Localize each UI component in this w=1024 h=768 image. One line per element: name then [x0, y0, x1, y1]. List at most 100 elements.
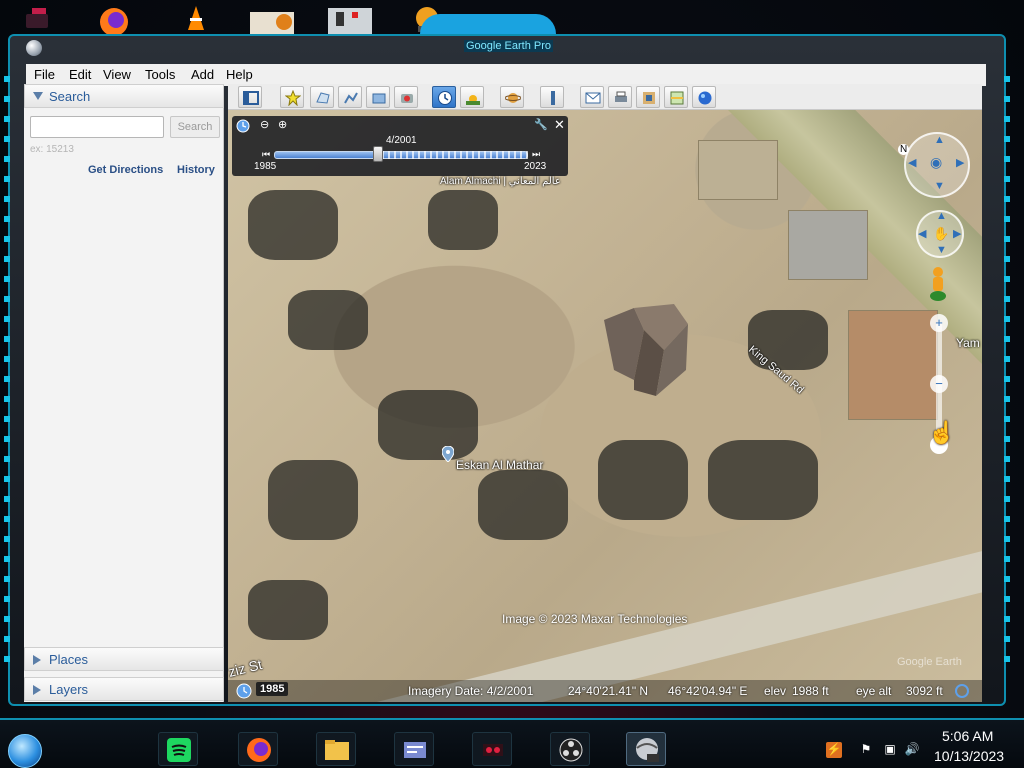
close-icon[interactable]: ✕ — [554, 117, 565, 133]
save-image-button[interactable] — [636, 86, 660, 108]
move-right-arrow-icon[interactable]: ▶ — [953, 227, 961, 240]
path-icon — [344, 92, 358, 104]
street-view-pegman-icon[interactable] — [928, 266, 948, 302]
menu-bar: File Edit View Tools Add Help — [26, 64, 986, 86]
title-bar[interactable]: Google Earth Pro — [10, 36, 1004, 60]
building-shadow — [378, 390, 478, 460]
look-down-arrow-icon[interactable]: ▼ — [934, 180, 945, 192]
search-panel-title: Search — [49, 89, 91, 104]
move-control[interactable]: ▲ ▼ ◀ ▶ ✋ — [916, 210, 964, 258]
expand-arrow-icon — [33, 685, 41, 695]
maps-icon — [670, 91, 684, 105]
time-slider-thumb[interactable] — [373, 146, 384, 162]
taskbar-clock-date[interactable]: 10/13/2023 — [934, 748, 1004, 764]
side-panel: Search Search ex: 15213 Get Directions H… — [24, 84, 224, 702]
file-explorer-taskbar-button[interactable] — [316, 732, 356, 766]
volume-tray-icon[interactable]: 🔊 — [904, 742, 920, 758]
latitude-readout: 24°40'21.41" N — [568, 684, 649, 698]
sidebar-toggle-button[interactable] — [238, 86, 262, 108]
look-up-arrow-icon[interactable]: ▲ — [934, 134, 945, 146]
menu-tools[interactable]: Tools — [145, 67, 175, 82]
search-button[interactable]: Search — [170, 116, 220, 138]
places-panel-header[interactable]: Places — [24, 647, 224, 671]
spotify-taskbar-button[interactable] — [158, 732, 198, 766]
window-card-icon — [404, 742, 426, 758]
menu-file[interactable]: File — [34, 67, 55, 82]
expand-arrow-icon — [33, 655, 41, 665]
ruler-button[interactable] — [540, 86, 564, 108]
menu-add[interactable]: Add — [191, 67, 214, 82]
add-path-button[interactable] — [338, 86, 362, 108]
app-tray-icon[interactable]: ⚡ — [826, 742, 842, 758]
taskbar-clock-time[interactable]: 5:06 AM — [942, 728, 993, 744]
building-shadow — [268, 460, 358, 540]
building-shadow — [598, 440, 688, 520]
start-button[interactable] — [8, 734, 42, 768]
desktop: Google Earth Pro File Edit View Tools Ad… — [0, 0, 1024, 768]
year-badge[interactable]: 1985 — [256, 682, 289, 696]
app-window-taskbar-button[interactable] — [394, 732, 434, 766]
look-left-arrow-icon[interactable]: ◀ — [908, 156, 916, 169]
history-link[interactable]: History — [177, 164, 215, 176]
game-taskbar-button[interactable] — [472, 732, 512, 766]
firefox-desktop-icon[interactable] — [92, 4, 136, 34]
desktop-shortcut-icon[interactable] — [22, 4, 52, 34]
polygon-icon — [316, 92, 330, 104]
move-down-arrow-icon[interactable]: ▼ — [936, 244, 947, 256]
print-button[interactable] — [608, 86, 632, 108]
hand-icon: ✋ — [933, 226, 950, 241]
get-directions-link[interactable]: Get Directions — [88, 164, 163, 176]
elevation-value: 1988 ft — [792, 684, 829, 698]
obs-taskbar-button[interactable] — [550, 732, 590, 766]
building-shadow — [288, 290, 368, 350]
building-shadow — [478, 470, 568, 540]
view-in-maps-button[interactable] — [664, 86, 688, 108]
sunlight-icon — [466, 95, 480, 105]
zoom-out-time-icon[interactable]: ⊖ — [260, 118, 269, 131]
zoom-in-button[interactable]: + — [930, 314, 948, 332]
time-slider-end-year: 2023 — [524, 161, 547, 172]
clock-icon[interactable] — [236, 119, 250, 133]
zoom-in-time-icon[interactable]: ⊕ — [278, 118, 287, 131]
planets-button[interactable] — [500, 86, 524, 108]
wrench-icon[interactable]: 🔧 — [534, 118, 548, 131]
search-panel-header[interactable]: Search — [24, 84, 224, 108]
add-placemark-button[interactable] — [280, 86, 304, 108]
look-right-arrow-icon[interactable]: ▶ — [956, 156, 964, 169]
historical-imagery-slider: ⊖ ⊕ 🔧 ✕ 4/2001 ⏮ ⏭ 1985 2023 — [232, 116, 568, 176]
historical-imagery-button[interactable] — [432, 86, 456, 108]
google-earth-pro-taskbar-button[interactable] — [626, 732, 666, 766]
search-input[interactable] — [30, 116, 164, 138]
eye-altitude-label: eye alt — [856, 684, 892, 698]
historical-clock-icon[interactable] — [236, 683, 252, 699]
move-left-arrow-icon[interactable]: ◀ — [918, 227, 926, 240]
place-label-eskan[interactable]: Eskan Al Mathar — [456, 458, 543, 472]
email-button[interactable] — [580, 86, 604, 108]
firefox-taskbar-button[interactable] — [238, 732, 278, 766]
earth-button[interactable] — [692, 86, 716, 108]
sunlight-button[interactable] — [460, 86, 484, 108]
flag-tray-icon[interactable]: ⚑ — [858, 742, 874, 758]
longitude-readout: 46°42'04.94" E — [668, 684, 748, 698]
add-image-overlay-button[interactable] — [366, 86, 390, 108]
zoom-out-button[interactable]: − — [930, 375, 948, 393]
record-tour-button[interactable] — [394, 86, 418, 108]
folder-icon — [325, 740, 349, 760]
menu-help[interactable]: Help — [226, 67, 253, 82]
hand-cursor-icon: ☝ — [928, 420, 956, 445]
step-back-icon[interactable]: ⏮ — [262, 149, 270, 160]
building — [698, 140, 778, 200]
location-pin-icon[interactable] — [442, 446, 454, 462]
menu-edit[interactable]: Edit — [69, 67, 91, 82]
network-tray-icon[interactable]: ▣ — [882, 742, 898, 758]
move-up-arrow-icon[interactable]: ▲ — [936, 210, 947, 222]
menu-view[interactable]: View — [103, 67, 131, 82]
media-app-desktop-icon[interactable] — [248, 4, 296, 34]
app-window-desktop-icon[interactable] — [326, 4, 374, 34]
layers-panel-header[interactable]: Layers — [24, 677, 224, 701]
look-around-control[interactable]: ▲ ▼ ◀ ▶ ◉ — [904, 132, 970, 198]
eye-altitude-value: 3092 ft — [906, 684, 943, 698]
add-polygon-button[interactable] — [310, 86, 334, 108]
step-forward-icon[interactable]: ⏭ — [532, 149, 540, 160]
vlc-desktop-icon[interactable] — [184, 4, 208, 34]
